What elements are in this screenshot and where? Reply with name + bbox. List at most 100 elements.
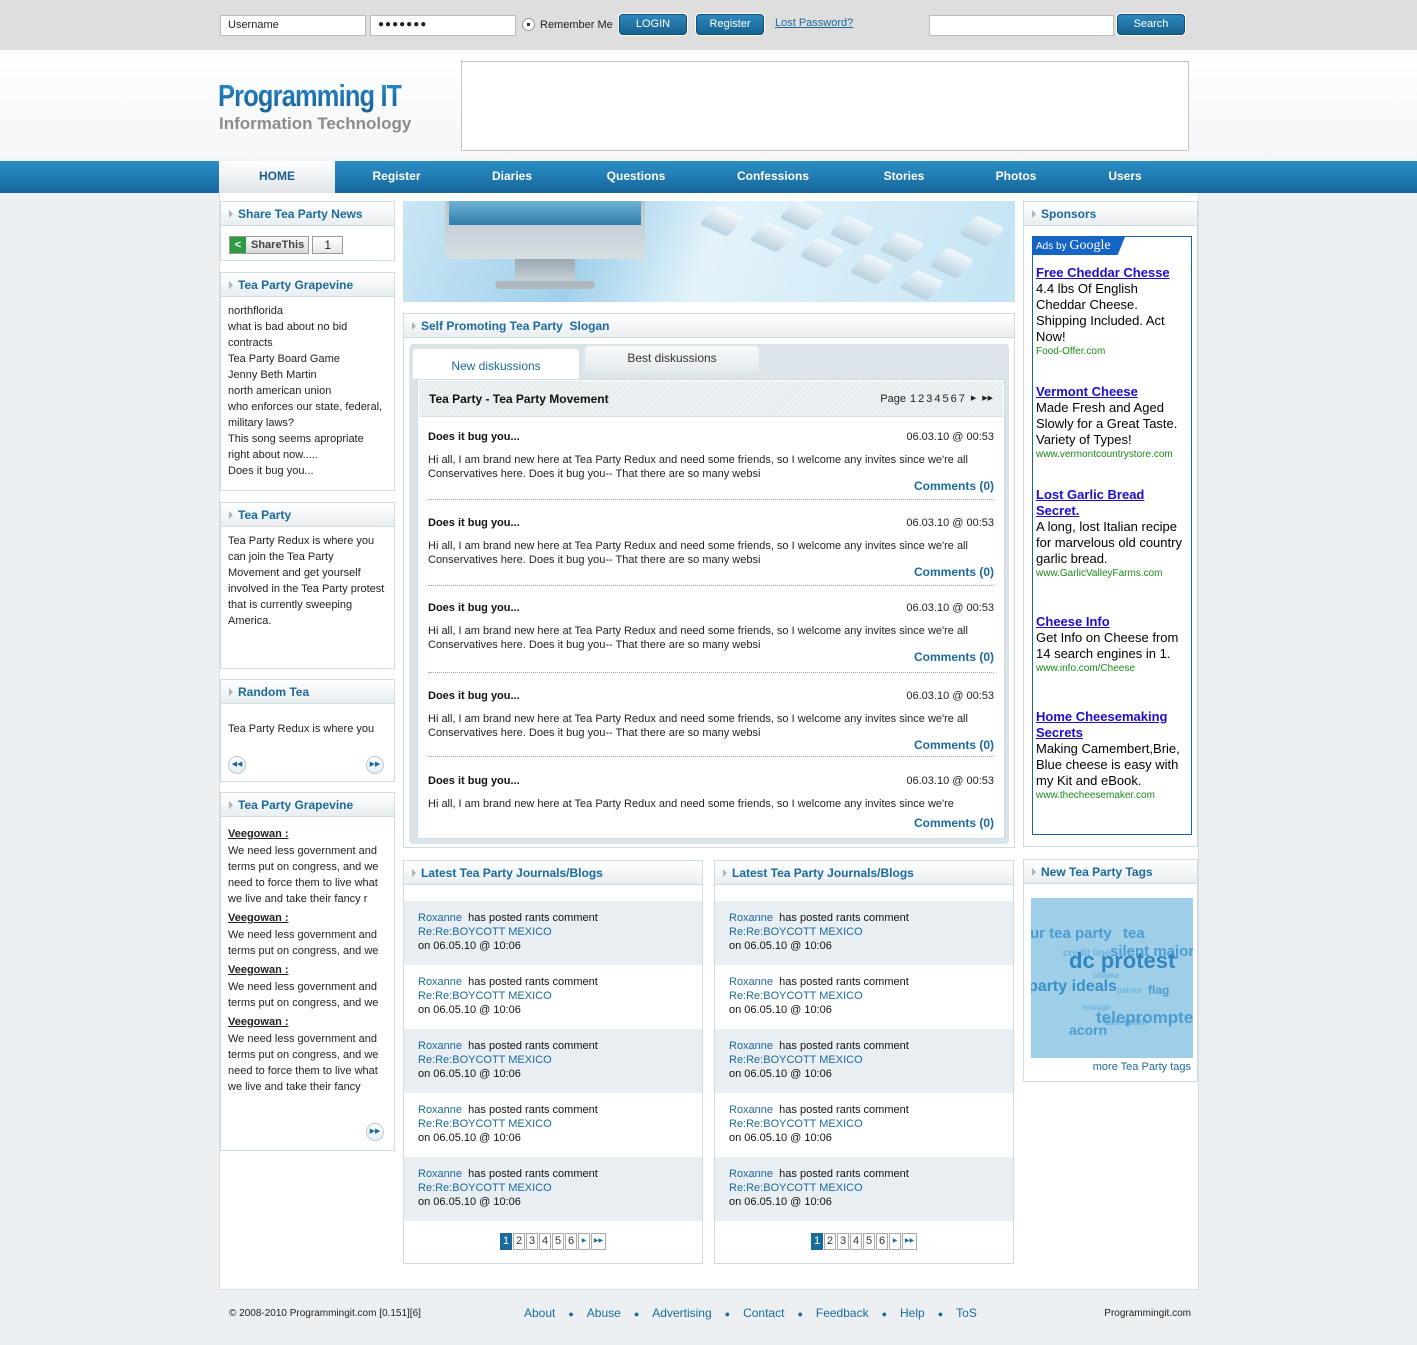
- ad-url[interactable]: www.GarlicValleyFarms.com: [1036, 567, 1188, 580]
- page-button[interactable]: 2: [513, 1233, 525, 1250]
- ad-url[interactable]: Food-Offer.com: [1036, 345, 1188, 358]
- journal-subject-link[interactable]: Re:Re:BOYCOTT MEXICO: [729, 1182, 863, 1194]
- comments-link[interactable]: Comments (0): [914, 479, 994, 493]
- tag-link[interactable]: party ideals: [1031, 978, 1117, 996]
- footer-link-feedback[interactable]: Feedback: [816, 1306, 869, 1322]
- page-link[interactable]: 3: [926, 393, 932, 405]
- grapevine-item[interactable]: northflorida: [228, 303, 387, 319]
- post-title[interactable]: Does it bug you...: [428, 690, 520, 702]
- next-icon[interactable]: ▶▶: [366, 1123, 384, 1141]
- ad-title-link[interactable]: Lost Garlic Bread Secret.: [1036, 487, 1188, 519]
- last-page-icon[interactable]: ▶▶: [591, 1233, 606, 1250]
- remember-me-radio[interactable]: [522, 18, 535, 31]
- ad-url[interactable]: www.thecheesemaker.com: [1036, 789, 1188, 802]
- page-button[interactable]: 6: [565, 1233, 577, 1250]
- footer-link-tos[interactable]: ToS: [956, 1306, 977, 1322]
- comment-author[interactable]: Veegowan :: [228, 910, 387, 927]
- page-link[interactable]: 7: [959, 393, 965, 405]
- register-button[interactable]: Register: [696, 14, 764, 35]
- ads-by-google-label[interactable]: Ads by Google: [1033, 237, 1125, 255]
- tab-new-discussions[interactable]: New diskussions: [413, 349, 579, 379]
- nav-photos[interactable]: Photos: [960, 161, 1072, 193]
- page-button[interactable]: 4: [850, 1233, 862, 1250]
- tag-link[interactable]: teleprompte: [1096, 1008, 1193, 1028]
- tag-link[interactable]: flag: [1148, 983, 1169, 997]
- journal-subject-link[interactable]: Re:Re:BOYCOTT MEXICO: [418, 1182, 552, 1194]
- sharethis-widget[interactable]: < ShareThis 1: [229, 236, 344, 254]
- nav-diaries[interactable]: Diaries: [456, 161, 568, 193]
- journal-subject-link[interactable]: Re:Re:BOYCOTT MEXICO: [729, 1054, 863, 1066]
- tag-link[interactable]: patriot: [1117, 986, 1142, 995]
- footer-link-about[interactable]: About: [524, 1306, 555, 1322]
- next-page-icon[interactable]: ▶: [971, 393, 976, 405]
- next-page-icon[interactable]: ▶: [889, 1233, 901, 1250]
- grapevine-item[interactable]: Tea Party Board Game: [228, 351, 387, 367]
- page-button[interactable]: 3: [526, 1233, 538, 1250]
- tag-link[interactable]: dc protest: [1069, 948, 1175, 974]
- comments-link[interactable]: Comments (0): [914, 738, 994, 752]
- page-link[interactable]: 1: [910, 393, 916, 405]
- ad-title-link[interactable]: Free Cheddar Chesse: [1036, 265, 1188, 281]
- grapevine-item[interactable]: Does it bug you...: [228, 463, 387, 479]
- journal-subject-link[interactable]: Re:Re:BOYCOTT MEXICO: [729, 990, 863, 1002]
- post-title[interactable]: Does it bug you...: [428, 775, 520, 787]
- comments-link[interactable]: Comments (0): [914, 816, 994, 830]
- search-input[interactable]: [929, 15, 1114, 36]
- page-link[interactable]: 2: [918, 393, 924, 405]
- nav-confessions[interactable]: Confessions: [715, 161, 831, 193]
- login-button[interactable]: LOGIN: [619, 14, 687, 35]
- journal-subject-link[interactable]: Re:Re:BOYCOTT MEXICO: [418, 926, 552, 938]
- grapevine-item[interactable]: who enforces our state, federal, militar…: [228, 399, 387, 431]
- page-button[interactable]: 2: [824, 1233, 836, 1250]
- grapevine-item[interactable]: Jenny Beth Martin: [228, 367, 387, 383]
- page-button[interactable]: 3: [837, 1233, 849, 1250]
- nav-home[interactable]: HOME: [219, 161, 335, 193]
- journal-subject-link[interactable]: Re:Re:BOYCOTT MEXICO: [729, 1118, 863, 1130]
- username-input[interactable]: Username: [220, 15, 366, 36]
- journal-user-link[interactable]: Roxanne: [729, 1168, 773, 1180]
- nav-users[interactable]: Users: [1069, 161, 1181, 193]
- last-page-icon[interactable]: ▶▶: [982, 393, 993, 405]
- page-button[interactable]: 5: [552, 1233, 564, 1250]
- journal-user-link[interactable]: Roxanne: [729, 1040, 773, 1052]
- page-button[interactable]: 5: [863, 1233, 875, 1250]
- post-title[interactable]: Does it bug you...: [428, 602, 520, 614]
- remember-me-option[interactable]: Remember Me: [522, 18, 613, 31]
- comment-author[interactable]: Veegowan :: [228, 1014, 387, 1031]
- previous-icon[interactable]: ◀◀: [228, 756, 246, 774]
- nav-stories[interactable]: Stories: [848, 161, 960, 193]
- search-button[interactable]: Search: [1117, 14, 1185, 35]
- grapevine-item[interactable]: north american union: [228, 383, 387, 399]
- journal-user-link[interactable]: Roxanne: [729, 976, 773, 988]
- comments-link[interactable]: Comments (0): [914, 650, 994, 664]
- tag-link[interactable]: ur tea party: [1031, 925, 1112, 942]
- journal-subject-link[interactable]: Re:Re:BOYCOTT MEXICO: [418, 990, 552, 1002]
- nav-register[interactable]: Register: [339, 161, 454, 193]
- ad-title-link[interactable]: Vermont Cheese: [1036, 384, 1188, 400]
- grapevine-item[interactable]: what is bad about no bid contracts: [228, 319, 387, 351]
- journal-subject-link[interactable]: Re:Re:BOYCOTT MEXICO: [418, 1054, 552, 1066]
- page-link[interactable]: 5: [942, 393, 948, 405]
- journal-user-link[interactable]: Roxanne: [418, 976, 462, 988]
- footer-link-advertising[interactable]: Advertising: [652, 1306, 711, 1322]
- ad-url[interactable]: www.info.com/Cheese: [1036, 662, 1188, 675]
- page-button[interactable]: 6: [876, 1233, 888, 1250]
- journal-user-link[interactable]: Roxanne: [418, 1168, 462, 1180]
- footer-link-help[interactable]: Help: [900, 1306, 925, 1322]
- lost-password-link[interactable]: Lost Password?: [775, 17, 853, 29]
- page-link[interactable]: 4: [934, 393, 940, 405]
- ad-title-link[interactable]: Home Cheesemaking Secrets: [1036, 709, 1188, 741]
- ad-url[interactable]: www.vermontcountrystore.com: [1036, 448, 1188, 461]
- ad-title-link[interactable]: Cheese Info: [1036, 614, 1188, 630]
- footer-link-contact[interactable]: Contact: [743, 1306, 784, 1322]
- post-title[interactable]: Does it bug you...: [428, 517, 520, 529]
- nav-questions[interactable]: Questions: [580, 161, 692, 193]
- more-tags-link[interactable]: more Tea Party tags: [1093, 1061, 1191, 1073]
- comment-author[interactable]: Veegowan :: [228, 826, 387, 843]
- next-page-icon[interactable]: ▶: [578, 1233, 590, 1250]
- journal-user-link[interactable]: Roxanne: [418, 912, 462, 924]
- comments-link[interactable]: Comments (0): [914, 565, 994, 579]
- tab-best-discussions[interactable]: Best diskussions: [585, 346, 759, 374]
- next-icon[interactable]: ▶▶: [366, 756, 384, 774]
- journal-user-link[interactable]: Roxanne: [418, 1040, 462, 1052]
